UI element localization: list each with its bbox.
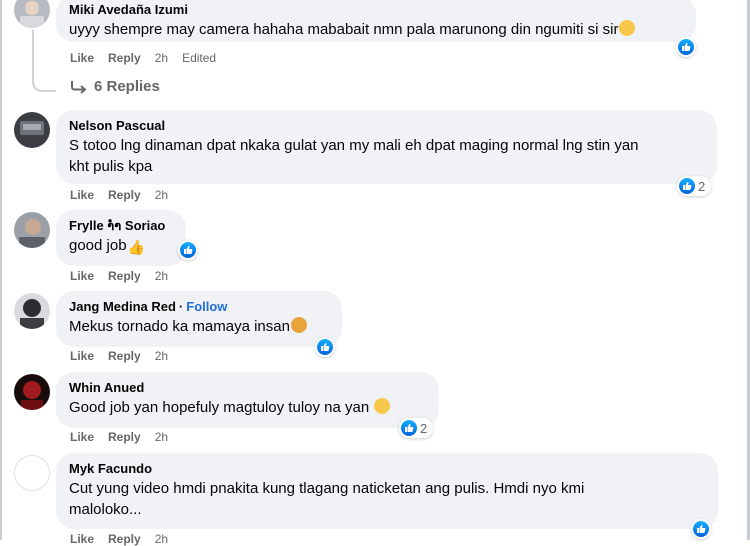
comment-actions: Like Reply 2h	[70, 532, 182, 546]
comment-author[interactable]: Miki Avedaña Izumi	[69, 2, 684, 18]
comment-text-line: maloloko...	[69, 501, 142, 518]
reaction-summary[interactable]	[676, 37, 696, 57]
comment-author[interactable]: Nelson Pascual	[69, 118, 705, 134]
comment-author[interactable]: Myk Facundo	[69, 461, 706, 477]
avatar[interactable]	[14, 293, 50, 329]
reaction-summary[interactable]	[178, 240, 198, 260]
reply-button[interactable]: Reply	[108, 269, 141, 283]
comment-bubble: Myk Facundo Cut yung video hmdi pnakita …	[56, 453, 718, 529]
comment-actions: Like Reply 2h	[70, 188, 182, 202]
grin-emoji	[374, 398, 391, 414]
comment-text: uyyy shempre may camera hahaha mababait …	[69, 21, 619, 38]
avatar[interactable]	[14, 455, 50, 491]
comment-author[interactable]: Frylle າໍຳ Soriao	[69, 218, 174, 234]
comment-bubble: Frylle າໍຳ Soriao good job👍	[56, 210, 186, 266]
thumbs-up-emoji: 👍	[127, 239, 145, 255]
panel-left-border	[0, 0, 2, 540]
like-reaction-icon	[679, 178, 695, 194]
comment-bubble: Miki Avedaña Izumi uyyy shempre may came…	[56, 0, 696, 42]
view-replies-link[interactable]: 6 Replies	[70, 78, 160, 95]
comment-text-line: Cut yung video hmdi pnakita kung tlagang…	[69, 480, 585, 497]
comment-bubble: Nelson Pascual S totoo lng dinaman dpat …	[56, 110, 717, 184]
avatar[interactable]	[14, 212, 50, 248]
comment-actions: Like Reply 2h	[70, 430, 182, 444]
reply-button[interactable]: Reply	[108, 51, 141, 65]
like-button[interactable]: Like	[70, 349, 94, 363]
timestamp[interactable]: 2h	[155, 532, 168, 546]
comment-text: S totoo lng dinaman dpat nkaka gulat yan…	[69, 135, 705, 177]
thread-connector	[32, 60, 56, 92]
like-button[interactable]: Like	[70, 51, 94, 65]
avatar[interactable]	[14, 112, 50, 148]
like-reaction-icon	[678, 39, 694, 55]
like-reaction-icon	[180, 242, 196, 258]
comment-text-line: kht pulis kpa	[69, 158, 153, 175]
timestamp[interactable]: 2h	[155, 349, 168, 363]
reaction-count: 2	[420, 420, 428, 436]
comment-text: Cut yung video hmdi pnakita kung tlagang…	[69, 478, 706, 520]
comment-bubble: Whin Anued Good job yan hopefuly magtulo…	[56, 372, 439, 428]
timestamp[interactable]: 2h	[155, 269, 168, 283]
grin-sweat-emoji	[619, 20, 636, 36]
reply-button[interactable]: Reply	[108, 349, 141, 363]
like-button[interactable]: Like	[70, 532, 94, 546]
comment-author[interactable]: Jang Medina Red	[69, 299, 176, 314]
like-reaction-icon	[693, 521, 709, 537]
comment-text: good job	[69, 237, 127, 254]
like-reaction-icon	[401, 420, 417, 436]
comment-actions: Like Reply 2h	[70, 269, 182, 283]
comment-bubble: Jang Medina Red · Follow Mekus tornado ka …	[56, 291, 342, 347]
comment-text: Good job yan hopefuly magtuloy tuloy na …	[69, 399, 370, 416]
avatar[interactable]	[14, 0, 50, 28]
replies-count-label: 6 Replies	[94, 78, 160, 95]
reaction-summary[interactable]	[691, 519, 711, 539]
reply-button[interactable]: Reply	[108, 188, 141, 202]
hug-emoji	[290, 317, 307, 333]
comment-actions: Like Reply 2h	[70, 349, 182, 363]
follow-button[interactable]: Follow	[186, 299, 227, 314]
comment-author[interactable]: Whin Anued	[69, 380, 427, 396]
reaction-summary[interactable]	[315, 337, 335, 357]
separator-dot: ·	[178, 299, 184, 314]
reply-button[interactable]: Reply	[108, 532, 141, 546]
edited-label: Edited	[182, 51, 217, 65]
like-button[interactable]: Like	[70, 269, 94, 283]
comment-text-line: S totoo lng dinaman dpat nkaka gulat yan…	[69, 137, 639, 154]
timestamp[interactable]: 2h	[155, 188, 168, 202]
like-reaction-icon	[317, 339, 333, 355]
avatar[interactable]	[14, 374, 50, 410]
like-button[interactable]: Like	[70, 188, 94, 202]
timestamp[interactable]: 2h	[155, 51, 168, 65]
reply-button[interactable]: Reply	[108, 430, 141, 444]
timestamp[interactable]: 2h	[155, 430, 168, 444]
comment-actions: Like Reply 2h Edited	[70, 51, 230, 65]
comment-text: Mekus tornado ka mamaya insan	[69, 318, 290, 335]
reaction-summary[interactable]: 2	[677, 176, 712, 196]
reply-arrow-icon	[71, 80, 87, 94]
reaction-count: 2	[698, 178, 706, 194]
like-button[interactable]: Like	[70, 430, 94, 444]
reaction-summary[interactable]: 2	[399, 418, 434, 438]
